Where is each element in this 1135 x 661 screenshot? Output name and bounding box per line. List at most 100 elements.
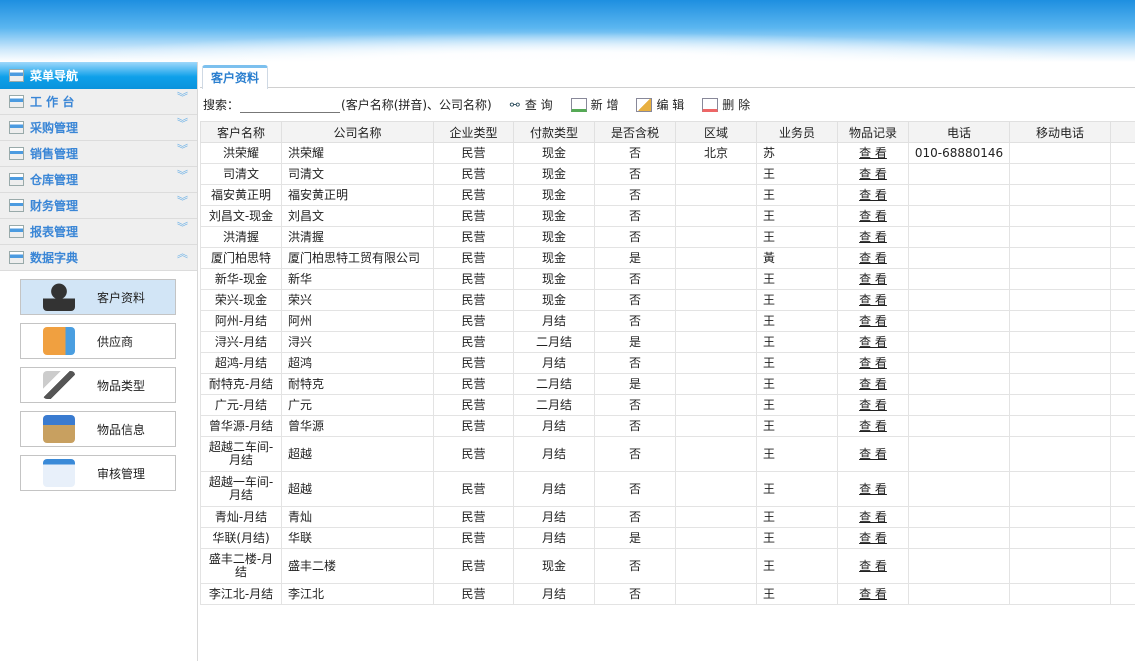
menu-item[interactable]: 采购管理 ︾ (0, 115, 197, 141)
sidebar-subitem[interactable]: 物品信息 (20, 411, 176, 447)
table-row[interactable]: 李江北-月结 李江北 民营 月结否 王 查 看 (200, 583, 1135, 605)
view-link[interactable]: 查 看 (859, 230, 887, 244)
table-cell (675, 226, 757, 248)
view-link[interactable]: 查 看 (859, 419, 887, 433)
table-cell (675, 247, 757, 269)
table-cell (675, 548, 757, 584)
table-row[interactable]: 超鸿-月结 超鸿 民营 月结否 王 查 看 (200, 352, 1135, 374)
menu-item[interactable]: 工 作 台 ︾ (0, 89, 197, 115)
column-header[interactable]: 物品记录 (837, 121, 909, 143)
column-header[interactable]: 电话 (908, 121, 1010, 143)
menu-icon (9, 121, 24, 134)
delete-icon (702, 97, 719, 112)
view-link[interactable]: 查 看 (859, 272, 887, 286)
table-row[interactable]: 洪清握 洪清握 民营 现金否王查 看 (200, 226, 1135, 248)
tab-customer-info[interactable]: 客户资料 (202, 65, 269, 89)
table-row[interactable]: 曾华源-月结 曾华源 民营 月结否 王 查 看 (200, 415, 1135, 437)
add-button[interactable]: 新 增 (570, 96, 618, 113)
delete-label: 删 除 (722, 98, 751, 112)
table-cell (908, 436, 1010, 472)
sidebar-header: 菜单导航 (0, 62, 197, 89)
view-link[interactable]: 查 看 (859, 447, 887, 461)
column-header[interactable]: 业务员 (756, 121, 838, 143)
table-row[interactable]: 青灿-月结 青灿 民营 月结否 王 查 看 (200, 506, 1135, 528)
table-cell (908, 373, 1010, 395)
table-row[interactable]: 华联(月结) 华联 民营 月结是 王 查 看 (200, 527, 1135, 549)
table-row[interactable]: 刘昌文-现金 刘昌文 民营 现金否 王 查 看 (200, 205, 1135, 227)
table-row[interactable]: 荣兴-现金 荣兴 民营 现金否 王 查 看 (200, 289, 1135, 311)
menu-item[interactable]: 仓库管理 ︾ (0, 167, 197, 193)
table-row[interactable]: 浔兴-月结 浔兴 民营 二月结是 王 查 看 (200, 331, 1135, 353)
table-row[interactable]: 广元-月结 广元 民营 二月结否 王 查 看 (200, 394, 1135, 416)
menu-item[interactable]: 销售管理 ︾ (0, 141, 197, 167)
menu-label: 财务管理 (30, 199, 79, 213)
view-link[interactable]: 查 看 (859, 314, 887, 328)
column-header[interactable]: 企业类型 (433, 121, 514, 143)
table-cell: 荣兴-现金 (200, 289, 282, 311)
view-link[interactable]: 查 看 (859, 377, 887, 391)
table-row[interactable]: 盛丰二楼-月结 盛丰二楼 民营 现金否 王 查 看 (200, 548, 1135, 584)
view-link[interactable]: 查 看 (859, 559, 887, 573)
sidebar-subitem[interactable]: 物品类型 (20, 367, 176, 403)
view-link[interactable]: 查 看 (859, 356, 887, 370)
table-cell: 苏 (756, 142, 838, 164)
table-cell: 月结 (513, 583, 595, 605)
view-link[interactable]: 查 看 (859, 293, 887, 307)
table-row[interactable]: 司清文 司清文 民营 现金否王查 看 (200, 163, 1135, 185)
table-row[interactable]: 超越二车间-月结 超越 民营 月结否 王 查 看 (200, 436, 1135, 472)
view-link[interactable]: 查 看 (859, 482, 887, 496)
subitem-label: 客户资料 (97, 290, 146, 305)
table-row[interactable]: 洪荣耀 洪荣耀 民营 现金否北京苏查 看 010-68880146 (200, 142, 1135, 164)
column-header[interactable]: 区域 (675, 121, 757, 143)
table-row[interactable]: 耐特克-月结 耐特克 民营 二月结是 王 查 看 (200, 373, 1135, 395)
column-header[interactable]: 是否含税 (594, 121, 676, 143)
view-link[interactable]: 查 看 (859, 587, 887, 601)
table-cell: 二月结 (513, 373, 595, 395)
menu-icon (9, 95, 24, 108)
table-row[interactable]: 超越一车间-月结 超越 民营 月结否 王 查 看 (200, 471, 1135, 507)
view-link[interactable]: 查 看 (859, 335, 887, 349)
view-link[interactable]: 查 看 (859, 209, 887, 223)
table-cell: 现金 (513, 226, 595, 248)
column-header[interactable]: 客户名称 (200, 121, 282, 143)
table-cell (1009, 583, 1111, 605)
menu-item[interactable]: 财务管理 ︾ (0, 193, 197, 219)
delete-button[interactable]: 删 除 (702, 96, 750, 113)
sidebar-subitem[interactable]: 供应商 (20, 323, 176, 359)
view-link[interactable]: 查 看 (859, 531, 887, 545)
view-link[interactable]: 查 看 (859, 167, 887, 181)
edit-button[interactable]: 编 辑 (636, 96, 684, 113)
table-cell (1009, 415, 1111, 437)
table-cell (1110, 163, 1135, 185)
sidebar-subitem[interactable]: 审核管理 (20, 455, 176, 491)
menu-icon (9, 225, 24, 238)
sidebar-subitem[interactable]: 客户资料 (20, 279, 176, 315)
view-link[interactable]: 查 看 (859, 398, 887, 412)
view-link[interactable]: 查 看 (859, 146, 887, 160)
view-link[interactable]: 查 看 (859, 510, 887, 524)
table-row[interactable]: 阿州-月结 阿州 民营 月结否 王 查 看 (200, 310, 1135, 332)
table-cell: 王 (756, 184, 838, 206)
table-cell: 现金 (513, 142, 595, 164)
main-panel: 客户资料 搜索： (客户名称(拼音)、公司名称) ⚯ 查 询 新 增 编 辑 删 … (200, 62, 1135, 661)
table-row[interactable]: 厦门柏思特 厦门柏思特工贸有限公司 民营 现金是 黃 查 看 (200, 247, 1135, 269)
table-cell: 民营 (433, 415, 514, 437)
view-link[interactable]: 查 看 (859, 251, 887, 265)
column-header[interactable]: 移动电话 (1009, 121, 1111, 143)
table-row[interactable]: 福安黄正明 福安黄正明 民营 现金否王查 看 (200, 184, 1135, 206)
menu-item[interactable]: 报表管理 ︾ (0, 219, 197, 245)
table-cell: 查 看 (837, 226, 909, 248)
column-header[interactable]: 公司名称 (281, 121, 434, 143)
query-button[interactable]: ⚯ 查 询 (510, 96, 553, 113)
menu-item[interactable]: 数据字典 ︽ (0, 245, 197, 271)
table-cell: 耐特克 (281, 373, 434, 395)
table-cell: 查 看 (837, 415, 909, 437)
table-cell: 010-68880146 (908, 142, 1010, 164)
view-link[interactable]: 查 看 (859, 188, 887, 202)
chevron-down-icon: ︾ (177, 195, 188, 208)
table-row[interactable]: 新华-现金 新华 民营 现金否 王 查 看 (200, 268, 1135, 290)
table-cell: 否 (594, 163, 676, 185)
search-input[interactable] (240, 96, 341, 113)
table-cell: 月结 (513, 352, 595, 374)
column-header[interactable]: 付款类型 (513, 121, 595, 143)
